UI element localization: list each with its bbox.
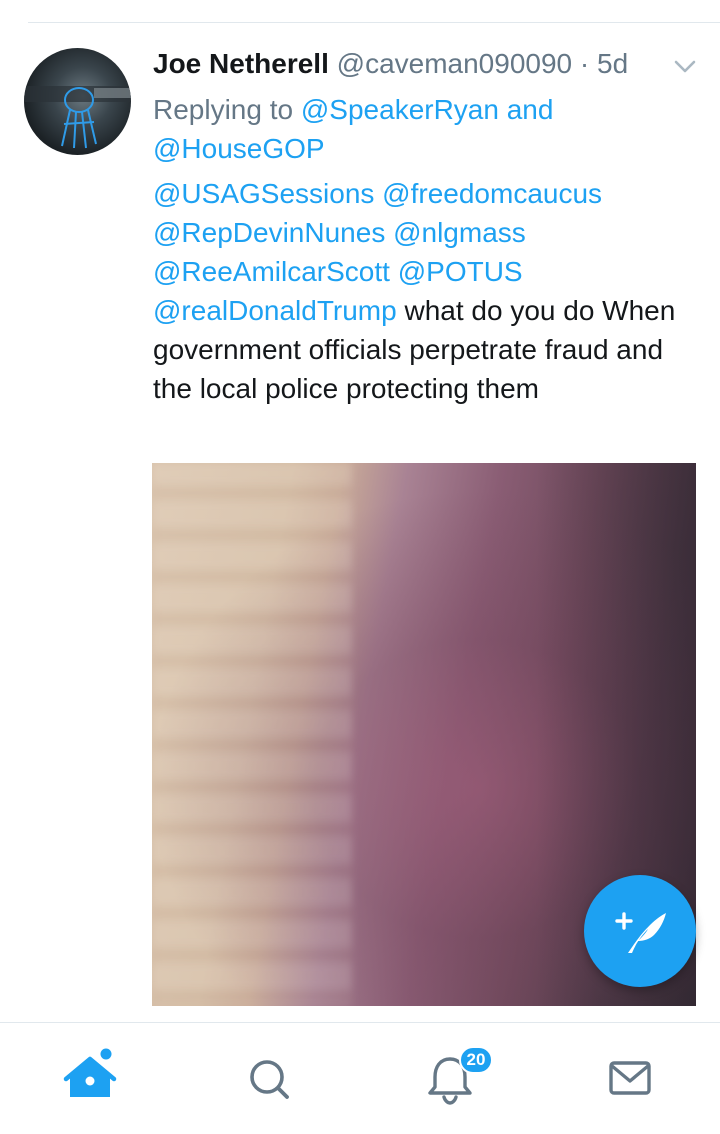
mention-link[interactable]: @nlgmass bbox=[393, 217, 526, 248]
bottom-navigation bbox=[0, 1022, 720, 1134]
media-blur-stripes bbox=[152, 463, 352, 1006]
nav-notifications[interactable] bbox=[390, 1023, 510, 1134]
tweet-timestamp[interactable]: 5d bbox=[597, 48, 628, 79]
mention-link[interactable]: @POTUS bbox=[398, 256, 523, 287]
mention-link[interactable]: @realDonaldTrump bbox=[153, 295, 397, 326]
separator: · bbox=[579, 48, 590, 79]
avatar[interactable] bbox=[24, 48, 131, 155]
tweet-detail-screen: Joe Netherell @caveman090090 · 5d Replyi… bbox=[0, 0, 720, 1134]
mention-link[interactable]: @RepDevinNunes bbox=[153, 217, 385, 248]
bell-icon bbox=[428, 1057, 472, 1105]
mention-link[interactable]: @ReeAmilcarScott bbox=[153, 256, 390, 287]
reply-and[interactable]: and bbox=[507, 94, 554, 125]
top-divider bbox=[28, 22, 720, 23]
author-handle[interactable]: @caveman090090 bbox=[337, 48, 572, 79]
notifications-badge: 20 bbox=[459, 1046, 493, 1074]
nav-messages[interactable] bbox=[570, 1023, 690, 1134]
author-name[interactable]: Joe Netherell bbox=[153, 48, 329, 79]
tweet-header: Joe Netherell @caveman090090 · 5d bbox=[153, 44, 673, 84]
mention-link[interactable]: @USAGSessions bbox=[153, 178, 374, 209]
replying-to: Replying to @SpeakerRyan and @HouseGOP bbox=[153, 90, 693, 168]
chevron-down-icon[interactable] bbox=[672, 56, 698, 76]
mention-link[interactable]: @freedomcaucus bbox=[382, 178, 602, 209]
reply-mention-1[interactable]: @SpeakerRyan bbox=[301, 94, 499, 125]
nav-search[interactable] bbox=[210, 1023, 330, 1134]
nav-home[interactable] bbox=[30, 1023, 150, 1134]
search-icon bbox=[250, 1060, 289, 1099]
home-icon bbox=[63, 1048, 117, 1097]
reply-mention-2[interactable]: @HouseGOP bbox=[153, 133, 325, 164]
envelope-icon bbox=[609, 1061, 651, 1095]
tweet-text: @USAGSessions @freedomcaucus @RepDevinNu… bbox=[153, 174, 698, 408]
compose-tweet-icon bbox=[615, 912, 666, 953]
compose-tweet-button[interactable] bbox=[584, 875, 696, 987]
replying-prefix: Replying to bbox=[153, 94, 294, 125]
